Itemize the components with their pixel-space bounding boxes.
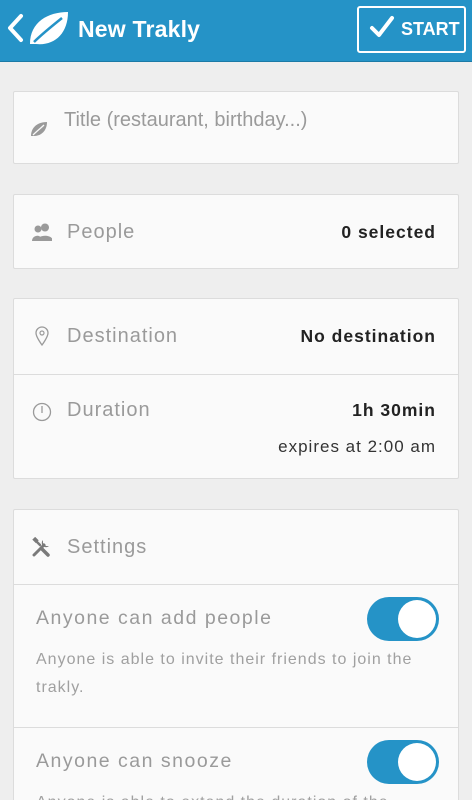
settings-label: Settings: [67, 536, 148, 558]
duration-label: Duration: [67, 399, 151, 421]
duration-value: 1h 30min: [352, 400, 436, 420]
snooze-toggle[interactable]: [367, 740, 439, 784]
clock-icon: [32, 402, 52, 427]
setting-description: Anyone is able to extend the duration of…: [36, 789, 436, 800]
settings-header: Settings: [14, 510, 458, 585]
add-people-toggle[interactable]: [367, 597, 439, 641]
people-value: 0 selected: [341, 222, 436, 242]
toggle-knob: [398, 600, 436, 638]
duration-row[interactable]: Duration 1h 30min expires at 2:00 am: [14, 375, 458, 479]
title-input-card[interactable]: Title (restaurant, birthday...): [13, 91, 459, 164]
leaf-icon: [26, 8, 70, 53]
checkmark-icon: [369, 15, 401, 44]
people-label: People: [67, 221, 136, 243]
people-icon: [32, 223, 53, 246]
people-card[interactable]: People 0 selected: [13, 194, 459, 269]
app-bar: New Trakly START: [0, 0, 472, 62]
expires-text: expires at 2:00 am: [278, 437, 436, 456]
trip-card: Destination No destination Duration 1h 3…: [13, 298, 459, 479]
page-title: New Trakly: [78, 16, 201, 42]
location-pin-icon: [35, 326, 49, 351]
settings-card: Settings Anyone can add people Anyone is…: [13, 509, 459, 800]
toggle-knob: [398, 743, 436, 781]
destination-row[interactable]: Destination No destination: [14, 299, 458, 374]
setting-title: Anyone can add people: [36, 607, 273, 629]
leaf-icon: [30, 121, 48, 142]
back-arrow-icon: [6, 13, 24, 48]
setting-description: Anyone is able to invite their friends t…: [36, 651, 413, 696]
tools-icon: [32, 536, 52, 562]
setting-item: Anyone can add people Anyone is able to …: [14, 585, 458, 727]
setting-title: Anyone can snooze: [36, 750, 233, 772]
destination-value: No destination: [300, 326, 436, 346]
start-button[interactable]: START: [357, 6, 466, 53]
title-input[interactable]: Title (restaurant, birthday...): [64, 109, 307, 132]
back-button[interactable]: [6, 8, 76, 52]
start-label: START: [401, 19, 460, 39]
setting-item: Anyone can snooze Anyone is able to exte…: [14, 728, 458, 800]
destination-label: Destination: [67, 325, 179, 347]
